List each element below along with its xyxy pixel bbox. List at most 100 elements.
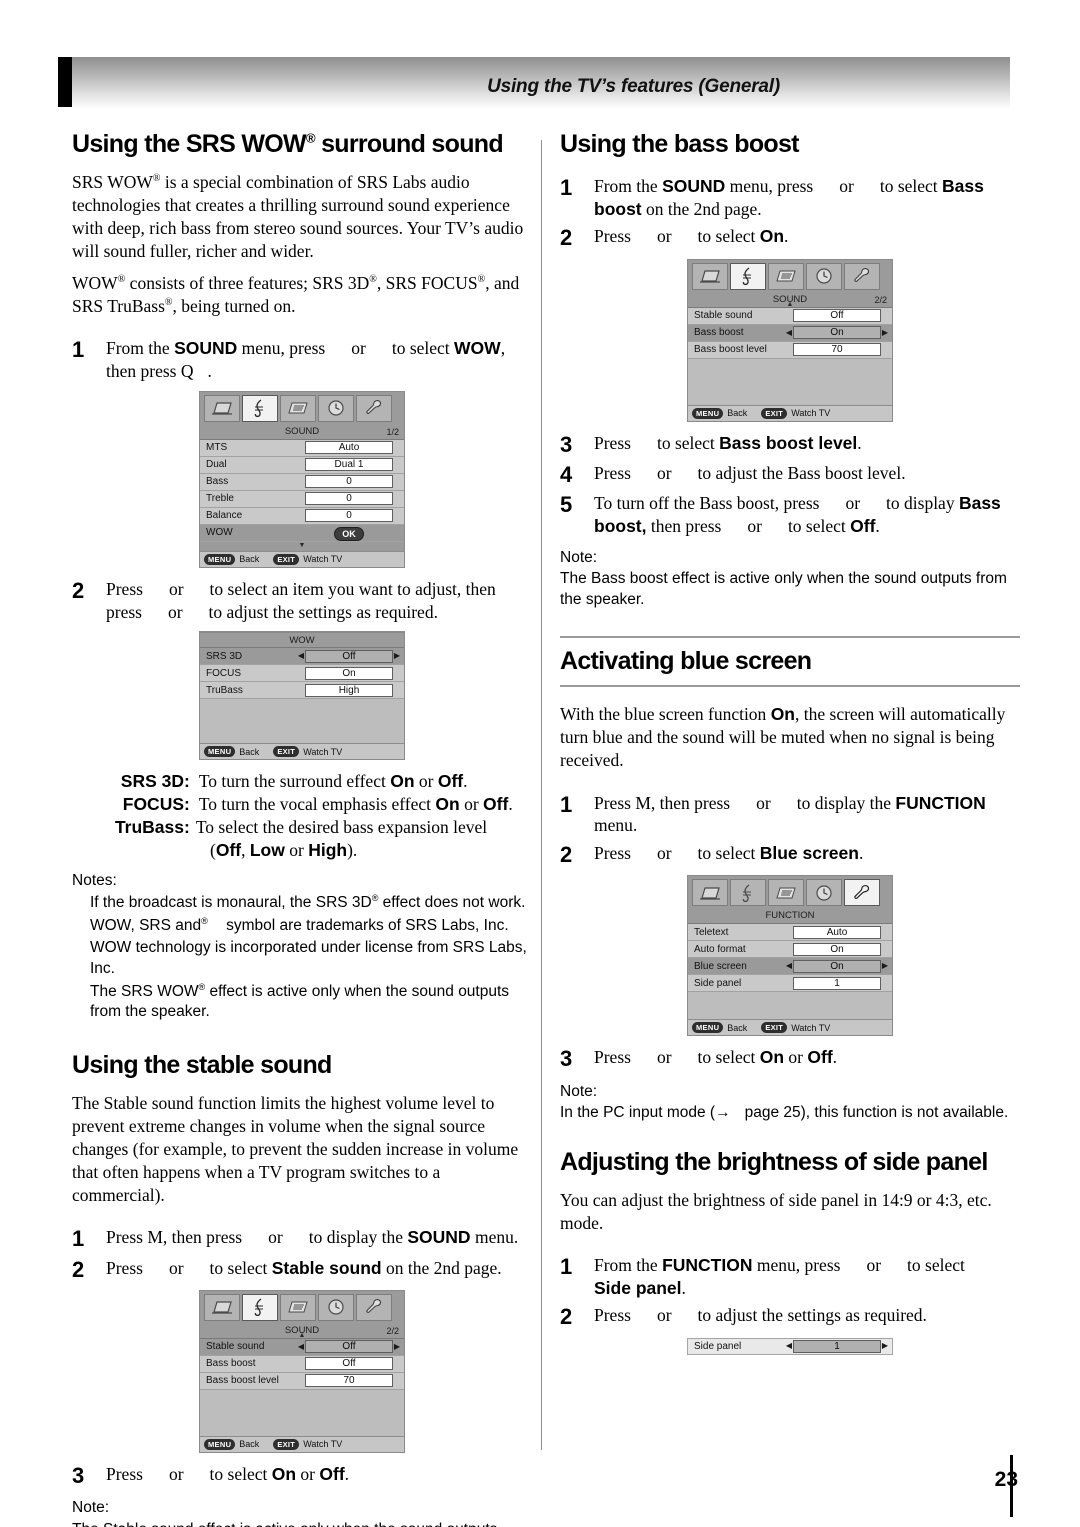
right-arrow-icon[interactable]: ▶	[881, 328, 889, 337]
menu-key-badge[interactable]: MENU	[692, 407, 724, 419]
osd-row[interactable]: Treble 0	[200, 490, 404, 508]
exit-key-badge[interactable]: EXIT	[273, 746, 300, 758]
osd-row-selected[interactable]: Bass boost ◀ On ▶	[688, 324, 892, 342]
timer-clock-icon[interactable]	[318, 394, 354, 422]
teletext-icon[interactable]	[768, 879, 804, 907]
osd-row[interactable]: Dual Dual 1	[200, 456, 404, 474]
rb1or: or	[839, 175, 854, 196]
osd-row[interactable]: Bass boost level 70	[200, 1372, 404, 1390]
osd-row-value[interactable]: Off	[305, 1357, 393, 1371]
slider-value[interactable]: 1	[793, 1339, 881, 1353]
osd-row-value[interactable]: 70	[793, 343, 881, 357]
osd-row-value[interactable]: 0	[305, 475, 393, 489]
osd-row-value[interactable]: On	[305, 666, 393, 680]
dt-off: Off	[215, 839, 242, 860]
osd-side-panel-slider[interactable]: Side panel ◀ 1 ▶	[687, 1337, 893, 1355]
osd-row[interactable]: Teletext Auto	[688, 924, 892, 942]
osd-sound-menu-bassboost[interactable]: SOUND 2/2 ▲ Stable sound Off Bass boost ◀ O…	[687, 258, 893, 422]
osd-row-selected[interactable]: WOW OK	[200, 524, 404, 542]
left-arrow-icon[interactable]: ◀	[785, 328, 793, 337]
note-item: WOW, SRS and® symbol are trademarks of S…	[72, 916, 532, 937]
teletext-icon[interactable]	[768, 262, 804, 290]
osd-row[interactable]: Bass 0	[200, 473, 404, 491]
osd-row[interactable]: Auto format On	[688, 941, 892, 959]
osd-sound-menu-page1[interactable]: SOUND 1/2 MTS Auto Dual Dual 1 Bass 0 Trebl…	[199, 390, 405, 568]
right-arrow-icon[interactable]: ▶	[393, 652, 401, 660]
osd-row-value[interactable]: Auto	[305, 441, 393, 455]
osd-function-menu[interactable]: FUNCTION Teletext Auto Auto format On Blue…	[687, 875, 893, 1037]
right-arrow-icon[interactable]: ▶	[393, 1342, 401, 1351]
left-arrow-icon[interactable]: ◀	[785, 962, 793, 970]
osd-row-value[interactable]: On	[793, 959, 881, 973]
timer-clock-icon[interactable]	[318, 1293, 354, 1321]
exit-key-badge[interactable]: EXIT	[761, 407, 788, 419]
osd-row-value[interactable]: 1	[793, 976, 881, 990]
osd-row[interactable]: MTS Auto	[200, 439, 404, 457]
right-arrow-icon[interactable]: ▶	[881, 962, 889, 970]
picture-icon[interactable]	[692, 879, 728, 907]
left-arrow-icon[interactable]: ◀	[785, 1342, 793, 1350]
function-wrench-icon[interactable]	[844, 879, 880, 907]
osd-ok-badge[interactable]: OK	[305, 524, 393, 542]
osd-row-value[interactable]: High	[305, 683, 393, 697]
osd-row-selected[interactable]: Blue screen ◀ On ▶	[688, 958, 892, 976]
osd-row[interactable]: Bass boost Off	[200, 1355, 404, 1373]
sound-icon[interactable]	[730, 879, 766, 907]
dt-d: ).	[347, 839, 358, 860]
menu-key-badge[interactable]: MENU	[204, 746, 236, 758]
osd-row-selected[interactable]: Stable sound ◀ Off ▶	[200, 1338, 404, 1356]
osd-row-value[interactable]: 0	[305, 509, 393, 523]
osd-row-value[interactable]: 70	[305, 1374, 393, 1388]
exit-key-badge[interactable]: EXIT	[273, 1438, 300, 1450]
menu-key-badge[interactable]: MENU	[692, 1022, 724, 1034]
osd-row-value[interactable]: Off	[305, 649, 393, 663]
osd-row-value[interactable]: Dual 1	[305, 458, 393, 472]
osd-wow-menu[interactable]: WOW SRS 3D ◀ Off ▶ FOCUS On TruBass High MENU…	[199, 631, 405, 761]
function-wrench-icon[interactable]	[844, 262, 880, 290]
osd-row[interactable]: Balance 0	[200, 507, 404, 525]
picture-icon[interactable]	[204, 1293, 240, 1321]
osd-row[interactable]: TruBass High	[200, 682, 404, 700]
picture-icon[interactable]	[692, 262, 728, 290]
osd-row[interactable]: Stable sound Off	[688, 307, 892, 325]
scroll-up-indicator: ▲	[786, 300, 794, 308]
osd-row-value[interactable]: Off	[793, 309, 881, 323]
exit-key-label: Watch TV	[303, 746, 343, 757]
step-text: From the FUNCTION menu, press or to select…	[594, 1254, 1020, 1300]
osd-row[interactable]: FOCUS On	[200, 665, 404, 683]
sound-icon[interactable]	[242, 394, 278, 422]
osd-row-label: Stable sound	[694, 310, 753, 322]
step-number: 2	[560, 1304, 573, 1330]
osd-row-value[interactable]: Auto	[793, 925, 881, 939]
document-page: Using the TV’s features (General) Using …	[0, 0, 1080, 1527]
picture-icon[interactable]	[204, 394, 240, 422]
menu-key-badge[interactable]: MENU	[204, 1438, 236, 1450]
right-arrow-icon[interactable]: ▶	[881, 1342, 889, 1350]
osd-row-value[interactable]: 0	[305, 492, 393, 506]
step-text: Press to select Bass boost level.	[594, 432, 1020, 457]
exit-key-badge[interactable]: EXIT	[273, 553, 300, 565]
teletext-icon[interactable]	[280, 394, 316, 422]
sound-icon[interactable]	[242, 1293, 278, 1321]
left-arrow-icon[interactable]: ◀	[297, 652, 305, 660]
exit-key-badge[interactable]: EXIT	[761, 1022, 788, 1034]
menu-key-badge[interactable]: MENU	[204, 553, 236, 565]
timer-clock-icon[interactable]	[806, 262, 842, 290]
function-wrench-icon[interactable]	[356, 394, 392, 422]
osd-row-selected[interactable]: SRS 3D ◀ Off ▶	[200, 648, 404, 666]
sound-icon[interactable]	[730, 262, 766, 290]
sp2b: to adjust the settings as required.	[697, 1305, 927, 1326]
osd-row[interactable]: Bass boost level 70	[688, 341, 892, 359]
osd-sound-menu-page2[interactable]: SOUND 2/2 ▲ Stable sound ◀ Off ▶ Bass boost…	[199, 1289, 405, 1453]
osd-row-value[interactable]: On	[793, 942, 881, 956]
osd-row-value[interactable]: Off	[305, 1340, 393, 1354]
teletext-icon[interactable]	[280, 1293, 316, 1321]
osd-row[interactable]: Side panel 1	[688, 975, 892, 993]
function-wrench-icon[interactable]	[356, 1293, 392, 1321]
step-text: Press or to adjust the settings as require…	[594, 1304, 1020, 1329]
osd-row-value[interactable]: On	[793, 326, 881, 340]
timer-clock-icon[interactable]	[806, 879, 842, 907]
s1bold: SOUND	[174, 338, 238, 359]
left-arrow-icon[interactable]: ◀	[297, 1342, 305, 1351]
osd-title-bar: SOUND 2/2 ▲	[200, 1322, 404, 1339]
